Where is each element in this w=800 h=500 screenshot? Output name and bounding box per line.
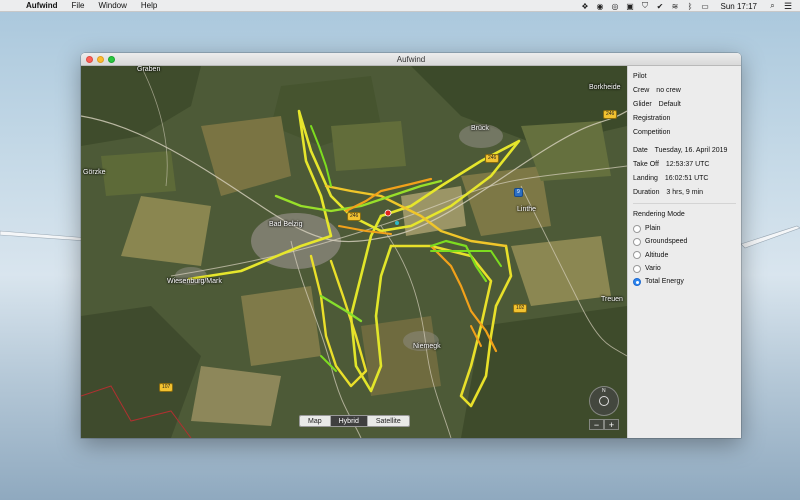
menu-bar: Aufwind File Window Help ❖ ◉ ◎ ▣ ⛉ ✔ ≋ ᛒ… [0, 0, 800, 12]
title-bar: Aufwind [81, 53, 741, 66]
road-shield-246: 246 [603, 110, 618, 119]
landing-label: Landing [633, 175, 658, 182]
place-niemegk: Niemegk [413, 343, 441, 350]
date-row: Date Tuesday, 16. April 2019 [633, 144, 736, 158]
radio-altitude[interactable] [633, 251, 641, 260]
compass-control[interactable]: N [589, 386, 619, 416]
zoom-controls: − + [589, 419, 619, 430]
place-linthe: Linthe [517, 206, 537, 213]
place-bad-belzig: Bad Belzig [269, 221, 303, 228]
rendering-option-label: Groundspeed [645, 238, 688, 246]
glider-wing-right [740, 225, 800, 249]
glider-wing-left [0, 230, 89, 242]
registration-label: Registration [633, 115, 671, 122]
road-shield-9: 9 [514, 188, 523, 197]
place-bruck: Brück [471, 125, 489, 132]
map-mode-map[interactable]: Map [300, 416, 331, 426]
menu-file[interactable]: File [72, 1, 85, 10]
competition-row: Competition [633, 126, 736, 140]
landing-row: Landing 16:02:51 UTC [633, 172, 736, 186]
place-gorzke: Görzke [83, 169, 106, 176]
map-view[interactable]: Graben Borkheide Brück Linthe Bad Belzig… [81, 66, 627, 438]
rendering-mode-title: Rendering Mode [633, 211, 685, 218]
menu-app-name[interactable]: Aufwind [26, 1, 58, 10]
app-badge-icon[interactable]: ▣ [623, 2, 638, 11]
check-icon[interactable]: ✔ [653, 2, 668, 11]
registration-row: Registration [633, 112, 736, 126]
takeoff-row: Take Off 12:53:37 UTC [633, 158, 736, 172]
circle-icon[interactable]: ◎ [608, 2, 623, 11]
rendering-option-groundspeed[interactable]: Groundspeed [633, 235, 736, 248]
rendering-option-vario[interactable]: Vario [633, 262, 736, 275]
pilot-row: Pilot [633, 70, 736, 84]
menubar-clock[interactable]: Sun 17:17 [721, 2, 757, 11]
takeoff-label: Take Off [633, 161, 659, 168]
date-value: Tuesday, 16. April 2019 [654, 147, 728, 154]
road-shield-246-b: 246 [485, 154, 500, 163]
rendering-option-label: Plain [645, 225, 661, 233]
status-area: ❖ ◉ ◎ ▣ ⛉ ✔ ≋ ᛒ ▭ Sun 17:17 ⌕ ☰ [578, 0, 800, 12]
road-shield-246-c: 246 [347, 212, 362, 221]
window-title: Aufwind [396, 55, 426, 64]
map-mode-satellite[interactable]: Satellite [367, 416, 409, 426]
duration-value: 3 hrs, 9 min [666, 189, 703, 196]
radio-plain[interactable] [633, 224, 641, 233]
map-type-selector: Map Hybrid Satellite [299, 415, 410, 427]
flight-info-panel: Pilot Crew no crew Glider Default Regist… [627, 66, 741, 438]
zoom-in-button[interactable]: + [604, 419, 619, 430]
bluetooth-icon[interactable]: ᛒ [683, 2, 698, 11]
search-icon[interactable]: ⌕ [765, 1, 780, 11]
radio-vario[interactable] [633, 264, 641, 273]
place-treuen: Treuen [601, 296, 623, 303]
place-wiesenburg: Wiesenburg/Mark [167, 278, 222, 285]
duration-label: Duration [633, 189, 660, 196]
sync-icon[interactable]: ◉ [593, 2, 608, 11]
glider-row: Glider Default [633, 98, 736, 112]
rendering-option-label: Vario [645, 265, 661, 273]
notification-center-icon[interactable]: ☰ [780, 1, 796, 12]
duration-row: Duration 3 hrs, 9 min [633, 186, 736, 200]
pilot-label: Pilot [633, 73, 647, 80]
place-graben: Graben [137, 66, 161, 73]
date-label: Date [633, 147, 648, 154]
competition-label: Competition [633, 129, 671, 136]
battery-icon[interactable]: ▭ [698, 2, 713, 11]
glider-value: Default [658, 101, 681, 108]
radio-total-energy[interactable] [633, 277, 641, 286]
zoom-out-button[interactable]: − [589, 419, 604, 430]
takeoff-value: 12:53:37 UTC [665, 161, 710, 168]
crew-label: Crew [633, 87, 650, 94]
landing-value: 16:02:51 UTC [664, 175, 709, 182]
map-mode-hybrid[interactable]: Hybrid [330, 416, 368, 426]
menu-help[interactable]: Help [141, 1, 157, 10]
shield-icon[interactable]: ⛉ [638, 1, 653, 11]
crew-value: no crew [656, 87, 681, 94]
rendering-option-label: Altitude [645, 251, 669, 259]
app-window: Aufwind Graben Borkheide Brück Linthe Ba… [81, 53, 741, 438]
crew-row: Crew no crew [633, 84, 736, 98]
place-borkheide: Borkheide [589, 84, 621, 91]
rendering-option-label: Total Energy [645, 278, 684, 286]
takeoff-marker [384, 209, 392, 217]
wifi-icon[interactable]: ≋ [668, 2, 683, 11]
rendering-option-total-energy[interactable]: Total Energy [633, 275, 736, 288]
menu-window[interactable]: Window [98, 1, 126, 10]
road-shield-107: 107 [159, 383, 174, 392]
road-shield-102: 102 [513, 304, 528, 313]
rendering-option-plain[interactable]: Plain [633, 222, 736, 235]
panel-divider [633, 203, 736, 204]
landing-marker [395, 221, 399, 225]
radio-groundspeed[interactable] [633, 237, 641, 246]
dropbox-icon[interactable]: ❖ [578, 2, 593, 11]
rendering-option-altitude[interactable]: Altitude [633, 249, 736, 262]
compass-icon [599, 396, 609, 406]
glider-label: Glider [633, 101, 652, 108]
compass-north-label: N [602, 388, 606, 394]
